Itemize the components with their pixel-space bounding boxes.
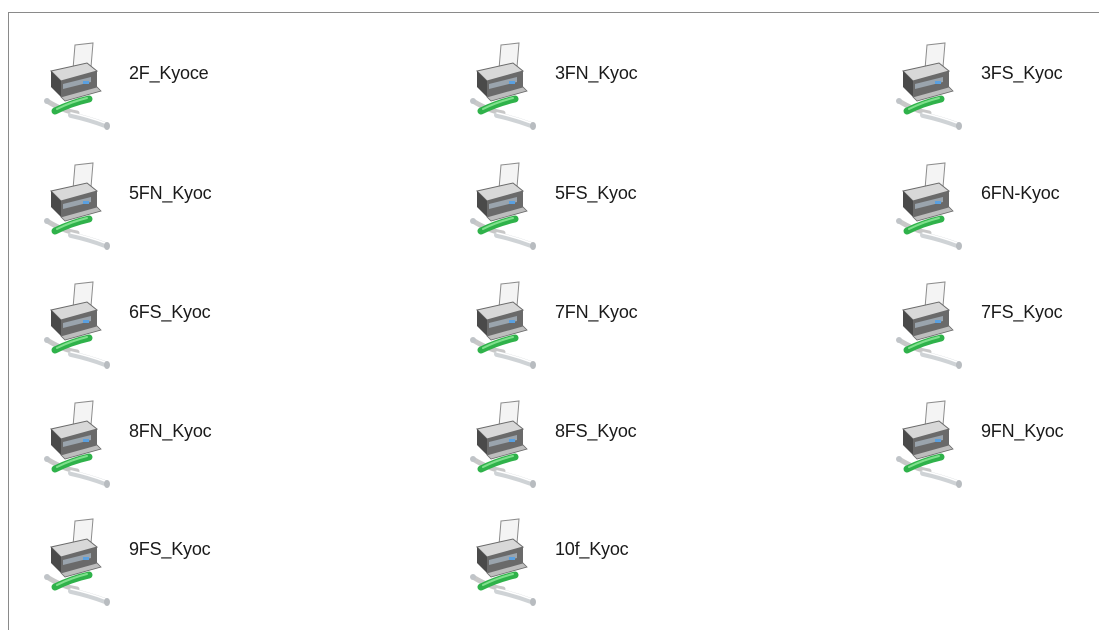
printer-item[interactable]: 6FN-Kyoc [893, 161, 1099, 261]
network-printer-icon [467, 517, 539, 609]
printer-item[interactable]: 9FS_Kyoc [41, 517, 261, 617]
printer-item[interactable]: 5FS_Kyoc [467, 161, 687, 261]
printer-label: 3FN_Kyoc [555, 63, 638, 83]
network-printer-icon [893, 41, 965, 133]
printer-item[interactable]: 6FS_Kyoc [41, 280, 261, 380]
network-printer-icon [41, 280, 113, 372]
printer-item[interactable]: 2F_Kyoce [41, 41, 261, 141]
network-printer-icon [467, 41, 539, 133]
network-printer-icon [893, 280, 965, 372]
printer-label: 5FN_Kyoc [129, 183, 212, 203]
printer-label: 9FN_Kyoc [981, 421, 1064, 441]
printer-label: 7FS_Kyoc [981, 302, 1063, 322]
printer-item[interactable]: 7FS_Kyoc [893, 280, 1099, 380]
printer-item[interactable]: 7FN_Kyoc [467, 280, 687, 380]
printer-list-pane: 2F_Kyoce 3FN_Kyoc 3FS_Kyoc 5FN_Kyoc 5FS_… [8, 12, 1099, 630]
printer-label: 5FS_Kyoc [555, 183, 637, 203]
printer-label: 8FS_Kyoc [555, 421, 637, 441]
printer-item[interactable]: 10f_Kyoc [467, 517, 687, 617]
printer-label: 8FN_Kyoc [129, 421, 212, 441]
network-printer-icon [41, 517, 113, 609]
printer-item[interactable]: 8FS_Kyoc [467, 399, 687, 499]
printer-item[interactable]: 3FN_Kyoc [467, 41, 687, 141]
printer-item[interactable]: 5FN_Kyoc [41, 161, 261, 261]
network-printer-icon [41, 161, 113, 253]
network-printer-icon [467, 280, 539, 372]
printer-label: 9FS_Kyoc [129, 539, 211, 559]
printer-label: 10f_Kyoc [555, 539, 629, 559]
printer-label: 3FS_Kyoc [981, 63, 1063, 83]
network-printer-icon [467, 161, 539, 253]
network-printer-icon [467, 399, 539, 491]
printer-item[interactable]: 9FN_Kyoc [893, 399, 1099, 499]
printer-label: 6FS_Kyoc [129, 302, 211, 322]
printer-label: 6FN-Kyoc [981, 183, 1060, 203]
printer-item[interactable]: 3FS_Kyoc [893, 41, 1099, 141]
network-printer-icon [41, 41, 113, 133]
printer-item[interactable]: 8FN_Kyoc [41, 399, 261, 499]
network-printer-icon [893, 161, 965, 253]
network-printer-icon [41, 399, 113, 491]
network-printer-icon [893, 399, 965, 491]
printer-label: 7FN_Kyoc [555, 302, 638, 322]
printer-label: 2F_Kyoce [129, 63, 209, 83]
